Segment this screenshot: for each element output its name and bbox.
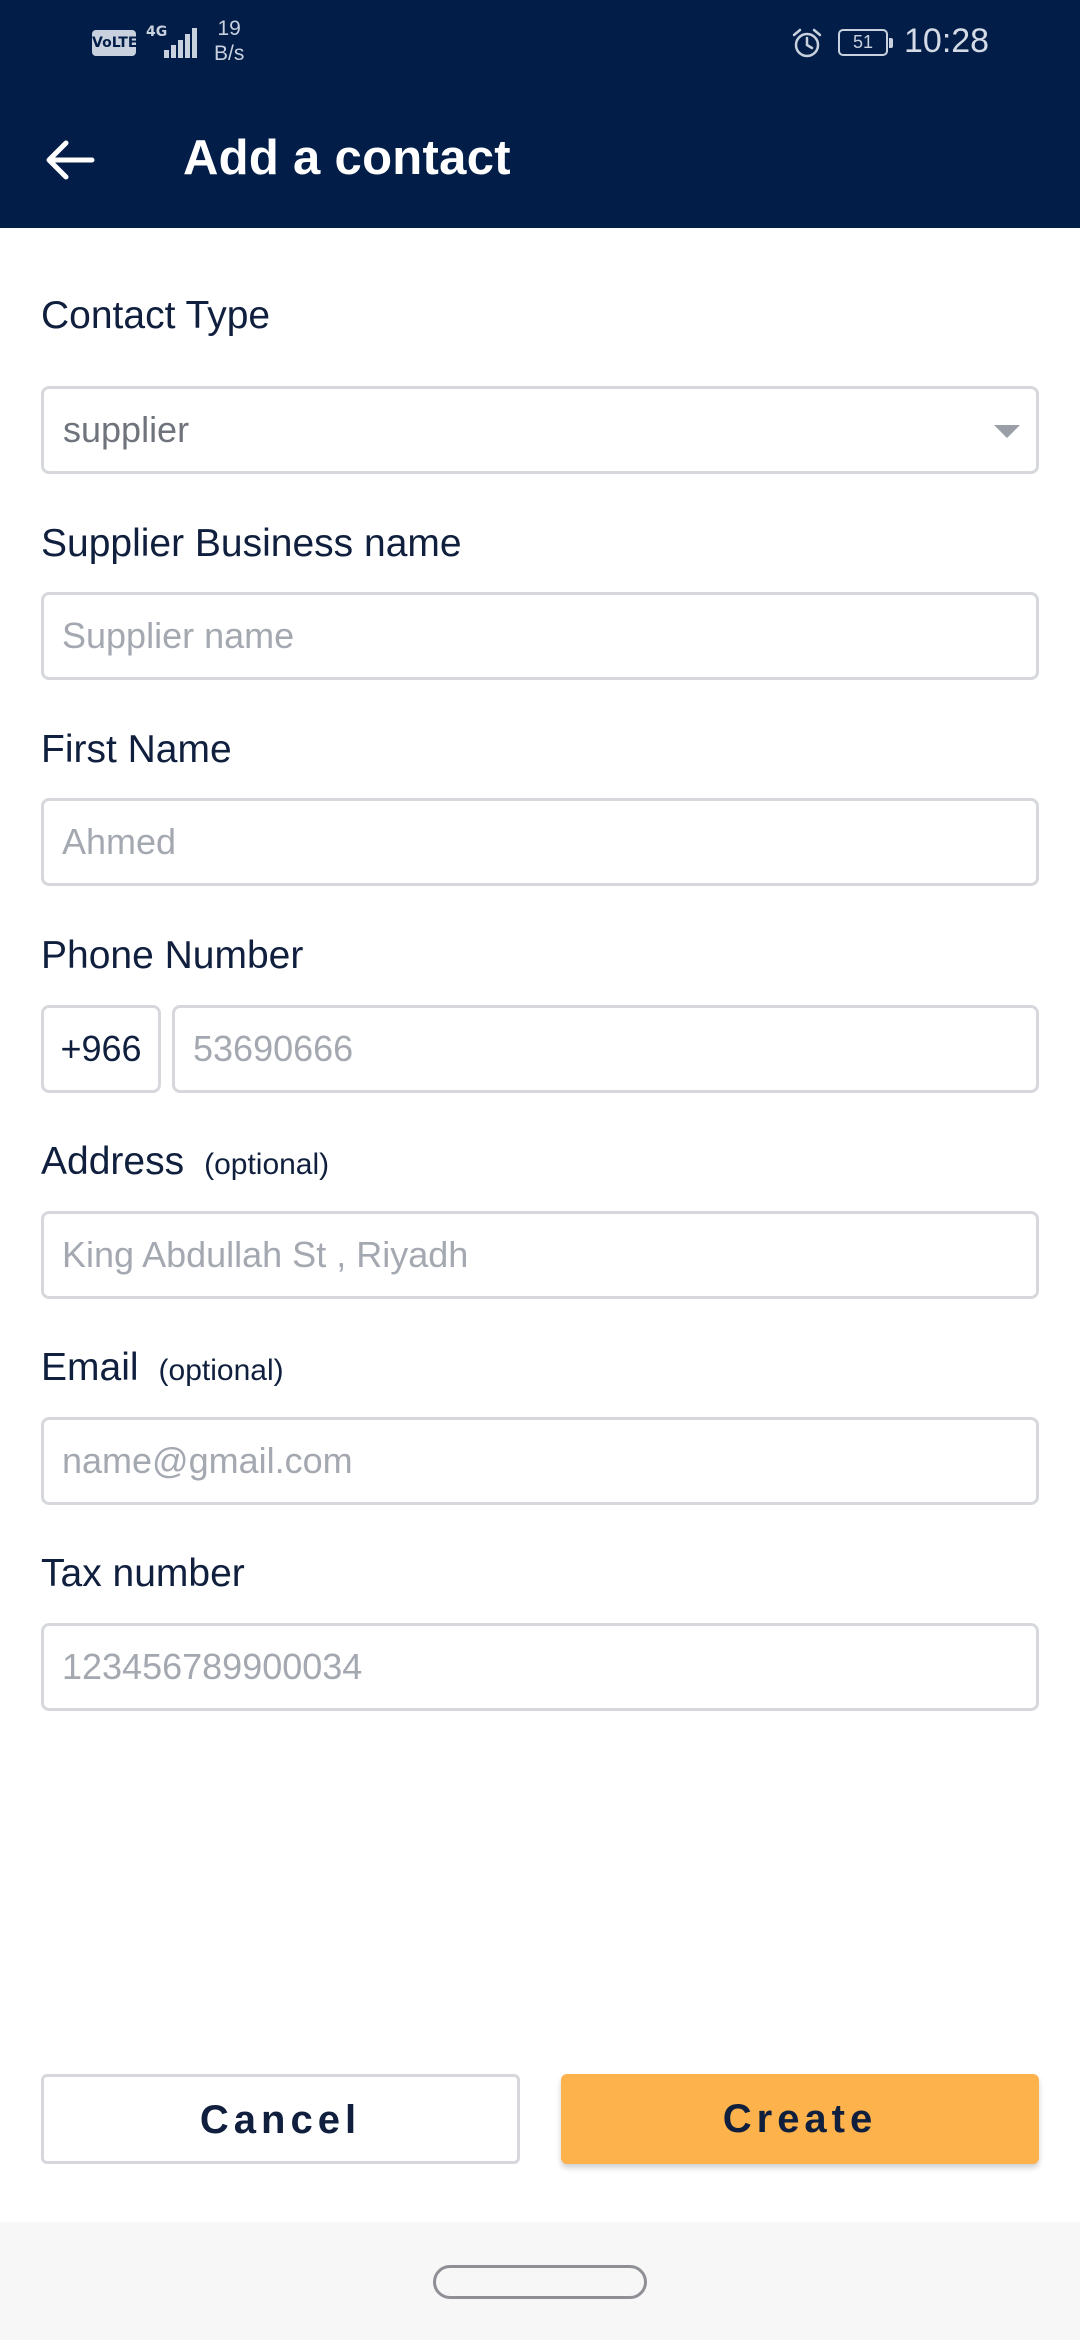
first-name-input[interactable] xyxy=(44,801,1036,883)
address-input[interactable] xyxy=(44,1214,1036,1296)
phone-input[interactable] xyxy=(175,1008,1036,1090)
business-name-field xyxy=(41,592,1039,680)
tax-number-label: Tax number xyxy=(41,1552,245,1595)
first-name-label: First Name xyxy=(41,728,232,771)
create-button[interactable]: Create xyxy=(561,2074,1039,2164)
email-optional-hint: (optional) xyxy=(158,1354,284,1387)
contact-type-value: supplier xyxy=(63,409,190,450)
battery-icon: 51 xyxy=(838,29,893,56)
address-field xyxy=(41,1211,1039,1299)
business-name-label: Supplier Business name xyxy=(41,522,462,565)
contact-type-label: Contact Type xyxy=(41,294,271,337)
network-speed-value: 19 xyxy=(217,17,241,40)
app-bar: Add a contact xyxy=(0,90,1080,228)
contact-type-select[interactable]: supplier xyxy=(41,386,1039,474)
home-gesture-pill[interactable] xyxy=(433,2265,647,2299)
email-field xyxy=(41,1417,1039,1505)
alarm-icon xyxy=(792,28,822,58)
email-label: Email (optional) xyxy=(41,1346,284,1390)
tax-number-field xyxy=(41,1623,1039,1711)
tax-number-input[interactable] xyxy=(44,1626,1036,1708)
country-code-field[interactable]: +966 xyxy=(41,1005,161,1093)
back-arrow-icon[interactable] xyxy=(34,124,106,196)
email-input[interactable] xyxy=(44,1420,1036,1502)
network-speed-unit: B/s xyxy=(214,42,245,65)
page-title: Add a contact xyxy=(183,131,511,185)
email-label-text: Email xyxy=(41,1346,139,1389)
phone-field xyxy=(172,1005,1039,1093)
cancel-button[interactable]: Cancel xyxy=(41,2074,520,2164)
address-label: Address (optional) xyxy=(41,1140,329,1184)
dropdown-caret-icon xyxy=(994,425,1020,438)
system-nav-bar xyxy=(0,2222,1080,2340)
status-bar: VoLTE 4G 19 B/s 51 10:28 xyxy=(0,0,1080,90)
network-speed: 19 B/s xyxy=(214,16,244,66)
address-label-text: Address xyxy=(41,1140,185,1183)
volte-icon: VoLTE xyxy=(92,30,137,56)
address-optional-hint: (optional) xyxy=(204,1148,330,1181)
business-name-input[interactable] xyxy=(44,595,1036,677)
first-name-field xyxy=(41,798,1039,886)
status-time: 10:28 xyxy=(904,22,990,60)
phone-label: Phone Number xyxy=(41,934,304,977)
signal-icon xyxy=(164,28,198,58)
